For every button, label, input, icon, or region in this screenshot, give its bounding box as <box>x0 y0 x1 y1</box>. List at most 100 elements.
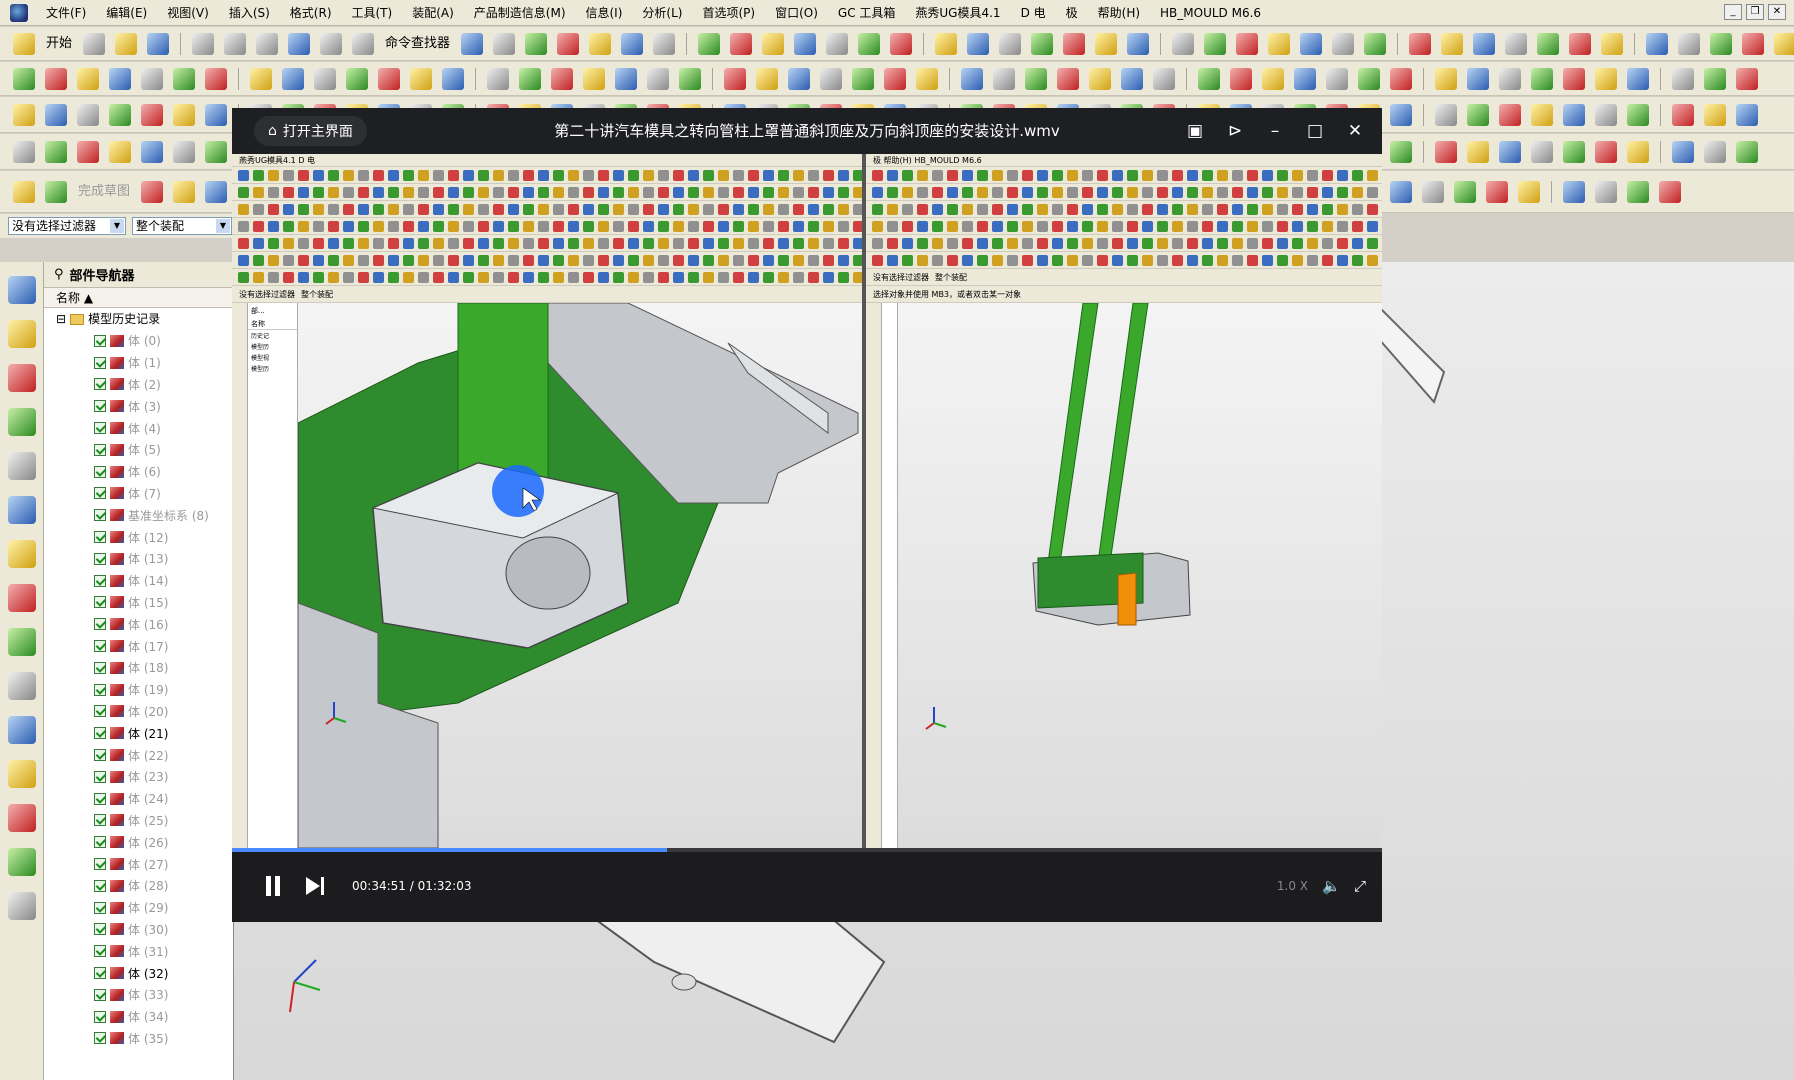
selection-filter-select[interactable]: 没有选择过滤器 <box>8 217 126 235</box>
visibility-checkbox[interactable] <box>94 487 106 500</box>
close-window-button[interactable]: ✕ <box>1768 4 1786 20</box>
tool-button-icon[interactable] <box>141 180 164 203</box>
tree-row[interactable]: 体 (33) <box>44 984 233 1006</box>
tool-button-icon[interactable] <box>1531 103 1553 126</box>
tree-row[interactable]: 体 (12) <box>44 526 233 548</box>
tree-row[interactable]: 体 (22) <box>44 744 233 766</box>
visibility-checkbox[interactable] <box>94 836 106 849</box>
tool-button-icon[interactable] <box>698 32 721 55</box>
tool-button-icon[interactable] <box>1390 140 1412 163</box>
tool-button-icon[interactable] <box>77 67 99 90</box>
resource-tab-icon[interactable] <box>7 364 36 392</box>
tool-button-icon[interactable] <box>173 67 195 90</box>
visibility-checkbox[interactable] <box>94 967 106 979</box>
tool-button-icon[interactable] <box>557 32 580 55</box>
resource-tab-icon[interactable] <box>7 628 36 656</box>
collapse-icon[interactable]: ⊟ <box>56 308 66 330</box>
tool-button-icon[interactable] <box>1063 32 1086 55</box>
tool-button-icon[interactable] <box>1601 32 1624 55</box>
tree-row[interactable]: 体 (19) <box>44 679 233 701</box>
tool-button-icon[interactable] <box>519 67 541 90</box>
tree-row[interactable]: 体 (0) <box>44 330 233 352</box>
tool-button-icon[interactable] <box>487 67 509 90</box>
tree-row[interactable]: 体 (30) <box>44 919 233 941</box>
resource-tab-icon[interactable] <box>7 452 36 480</box>
visibility-checkbox[interactable] <box>94 531 106 544</box>
tree-row[interactable]: 体 (3) <box>44 395 233 417</box>
tool-button-icon[interactable] <box>935 32 958 55</box>
tool-button-icon[interactable] <box>852 67 874 90</box>
tool-button-icon[interactable] <box>1294 67 1316 90</box>
tree-row[interactable]: 体 (18) <box>44 657 233 679</box>
tool-button-icon[interactable] <box>679 67 701 90</box>
tree-row[interactable]: 体 (27) <box>44 853 233 875</box>
tool-button-icon[interactable] <box>1672 67 1694 90</box>
menu-item[interactable]: 分析(L) <box>632 0 692 26</box>
tree-row[interactable]: 体 (29) <box>44 897 233 919</box>
tool-button-icon[interactable] <box>1172 32 1195 55</box>
tool-button-icon[interactable] <box>1646 32 1669 55</box>
menu-item[interactable]: 极 <box>1056 0 1088 26</box>
visibility-checkbox[interactable] <box>94 356 106 369</box>
tool-button-icon[interactable] <box>1704 103 1726 126</box>
visibility-checkbox[interactable] <box>94 858 106 871</box>
visibility-checkbox[interactable] <box>94 814 106 827</box>
tool-button-icon[interactable] <box>647 67 669 90</box>
save-icon[interactable] <box>147 32 170 55</box>
tool-button-icon[interactable] <box>999 32 1022 55</box>
visibility-checkbox[interactable] <box>94 749 106 762</box>
tool-button-icon[interactable] <box>13 67 35 90</box>
visibility-checkbox[interactable] <box>94 618 106 631</box>
visibility-checkbox[interactable] <box>94 334 106 347</box>
command-finder-icon[interactable] <box>352 32 375 55</box>
playback-speed-button[interactable]: 1.0 X <box>1277 874 1308 898</box>
tool-button-icon[interactable] <box>1710 32 1733 55</box>
tool-button-icon[interactable] <box>1422 180 1445 203</box>
menu-item[interactable]: 格式(R) <box>280 0 342 26</box>
tree-row[interactable]: 体 (21) <box>44 722 233 744</box>
tool-button-icon[interactable] <box>1627 103 1649 126</box>
tool-button-icon[interactable] <box>730 32 753 55</box>
tool-button-icon[interactable] <box>762 32 785 55</box>
resource-tab-icon[interactable] <box>7 584 36 612</box>
tool-button-icon[interactable] <box>13 103 35 126</box>
resource-tab-icon[interactable] <box>7 892 36 920</box>
tool-button-icon[interactable] <box>525 32 548 55</box>
tool-button-icon[interactable] <box>45 67 67 90</box>
tool-button-icon[interactable] <box>77 103 99 126</box>
tool-button-icon[interactable] <box>1563 180 1586 203</box>
tree-row[interactable]: 体 (14) <box>44 570 233 592</box>
sketch-icon[interactable] <box>13 180 35 203</box>
visibility-checkbox[interactable] <box>94 465 106 478</box>
tool-button-icon[interactable] <box>77 140 99 163</box>
tool-button-icon[interactable] <box>621 32 644 55</box>
undo-icon[interactable] <box>288 32 311 55</box>
minimize-window-button[interactable]: _ <box>1724 4 1742 20</box>
fullscreen-icon[interactable]: ⤢ <box>1354 876 1374 896</box>
pause-button[interactable] <box>262 874 284 898</box>
menu-item[interactable]: 文件(F) <box>36 0 96 26</box>
resource-tab-icon[interactable] <box>7 804 36 832</box>
visibility-checkbox[interactable] <box>94 792 106 805</box>
tool-button-icon[interactable] <box>314 67 336 90</box>
menu-item[interactable]: 帮助(H) <box>1088 0 1150 26</box>
tool-button-icon[interactable] <box>1204 32 1227 55</box>
tool-button-icon[interactable] <box>1358 67 1380 90</box>
mini-mode-icon[interactable]: ▣ <box>1184 116 1206 146</box>
tool-button-icon[interactable] <box>1262 67 1284 90</box>
redo-icon[interactable] <box>320 32 343 55</box>
tool-button-icon[interactable] <box>1435 140 1457 163</box>
tree-row[interactable]: 体 (23) <box>44 766 233 788</box>
tool-button-icon[interactable] <box>410 67 432 90</box>
tool-button-icon[interactable] <box>1563 67 1585 90</box>
tree-row[interactable]: 体 (2) <box>44 374 233 396</box>
tree-row[interactable]: 基准坐标系 (8) <box>44 504 233 526</box>
visibility-checkbox[interactable] <box>94 1032 106 1045</box>
tool-button-icon[interactable] <box>1031 32 1054 55</box>
tree-row[interactable]: 体 (13) <box>44 548 233 570</box>
selection-scope-select[interactable]: 整个装配 <box>132 217 232 235</box>
column-header-name[interactable]: 名称 ▲ <box>44 288 233 308</box>
tool-button-icon[interactable] <box>250 67 272 90</box>
tool-button-icon[interactable] <box>1454 180 1477 203</box>
new-file-icon[interactable] <box>83 32 106 55</box>
